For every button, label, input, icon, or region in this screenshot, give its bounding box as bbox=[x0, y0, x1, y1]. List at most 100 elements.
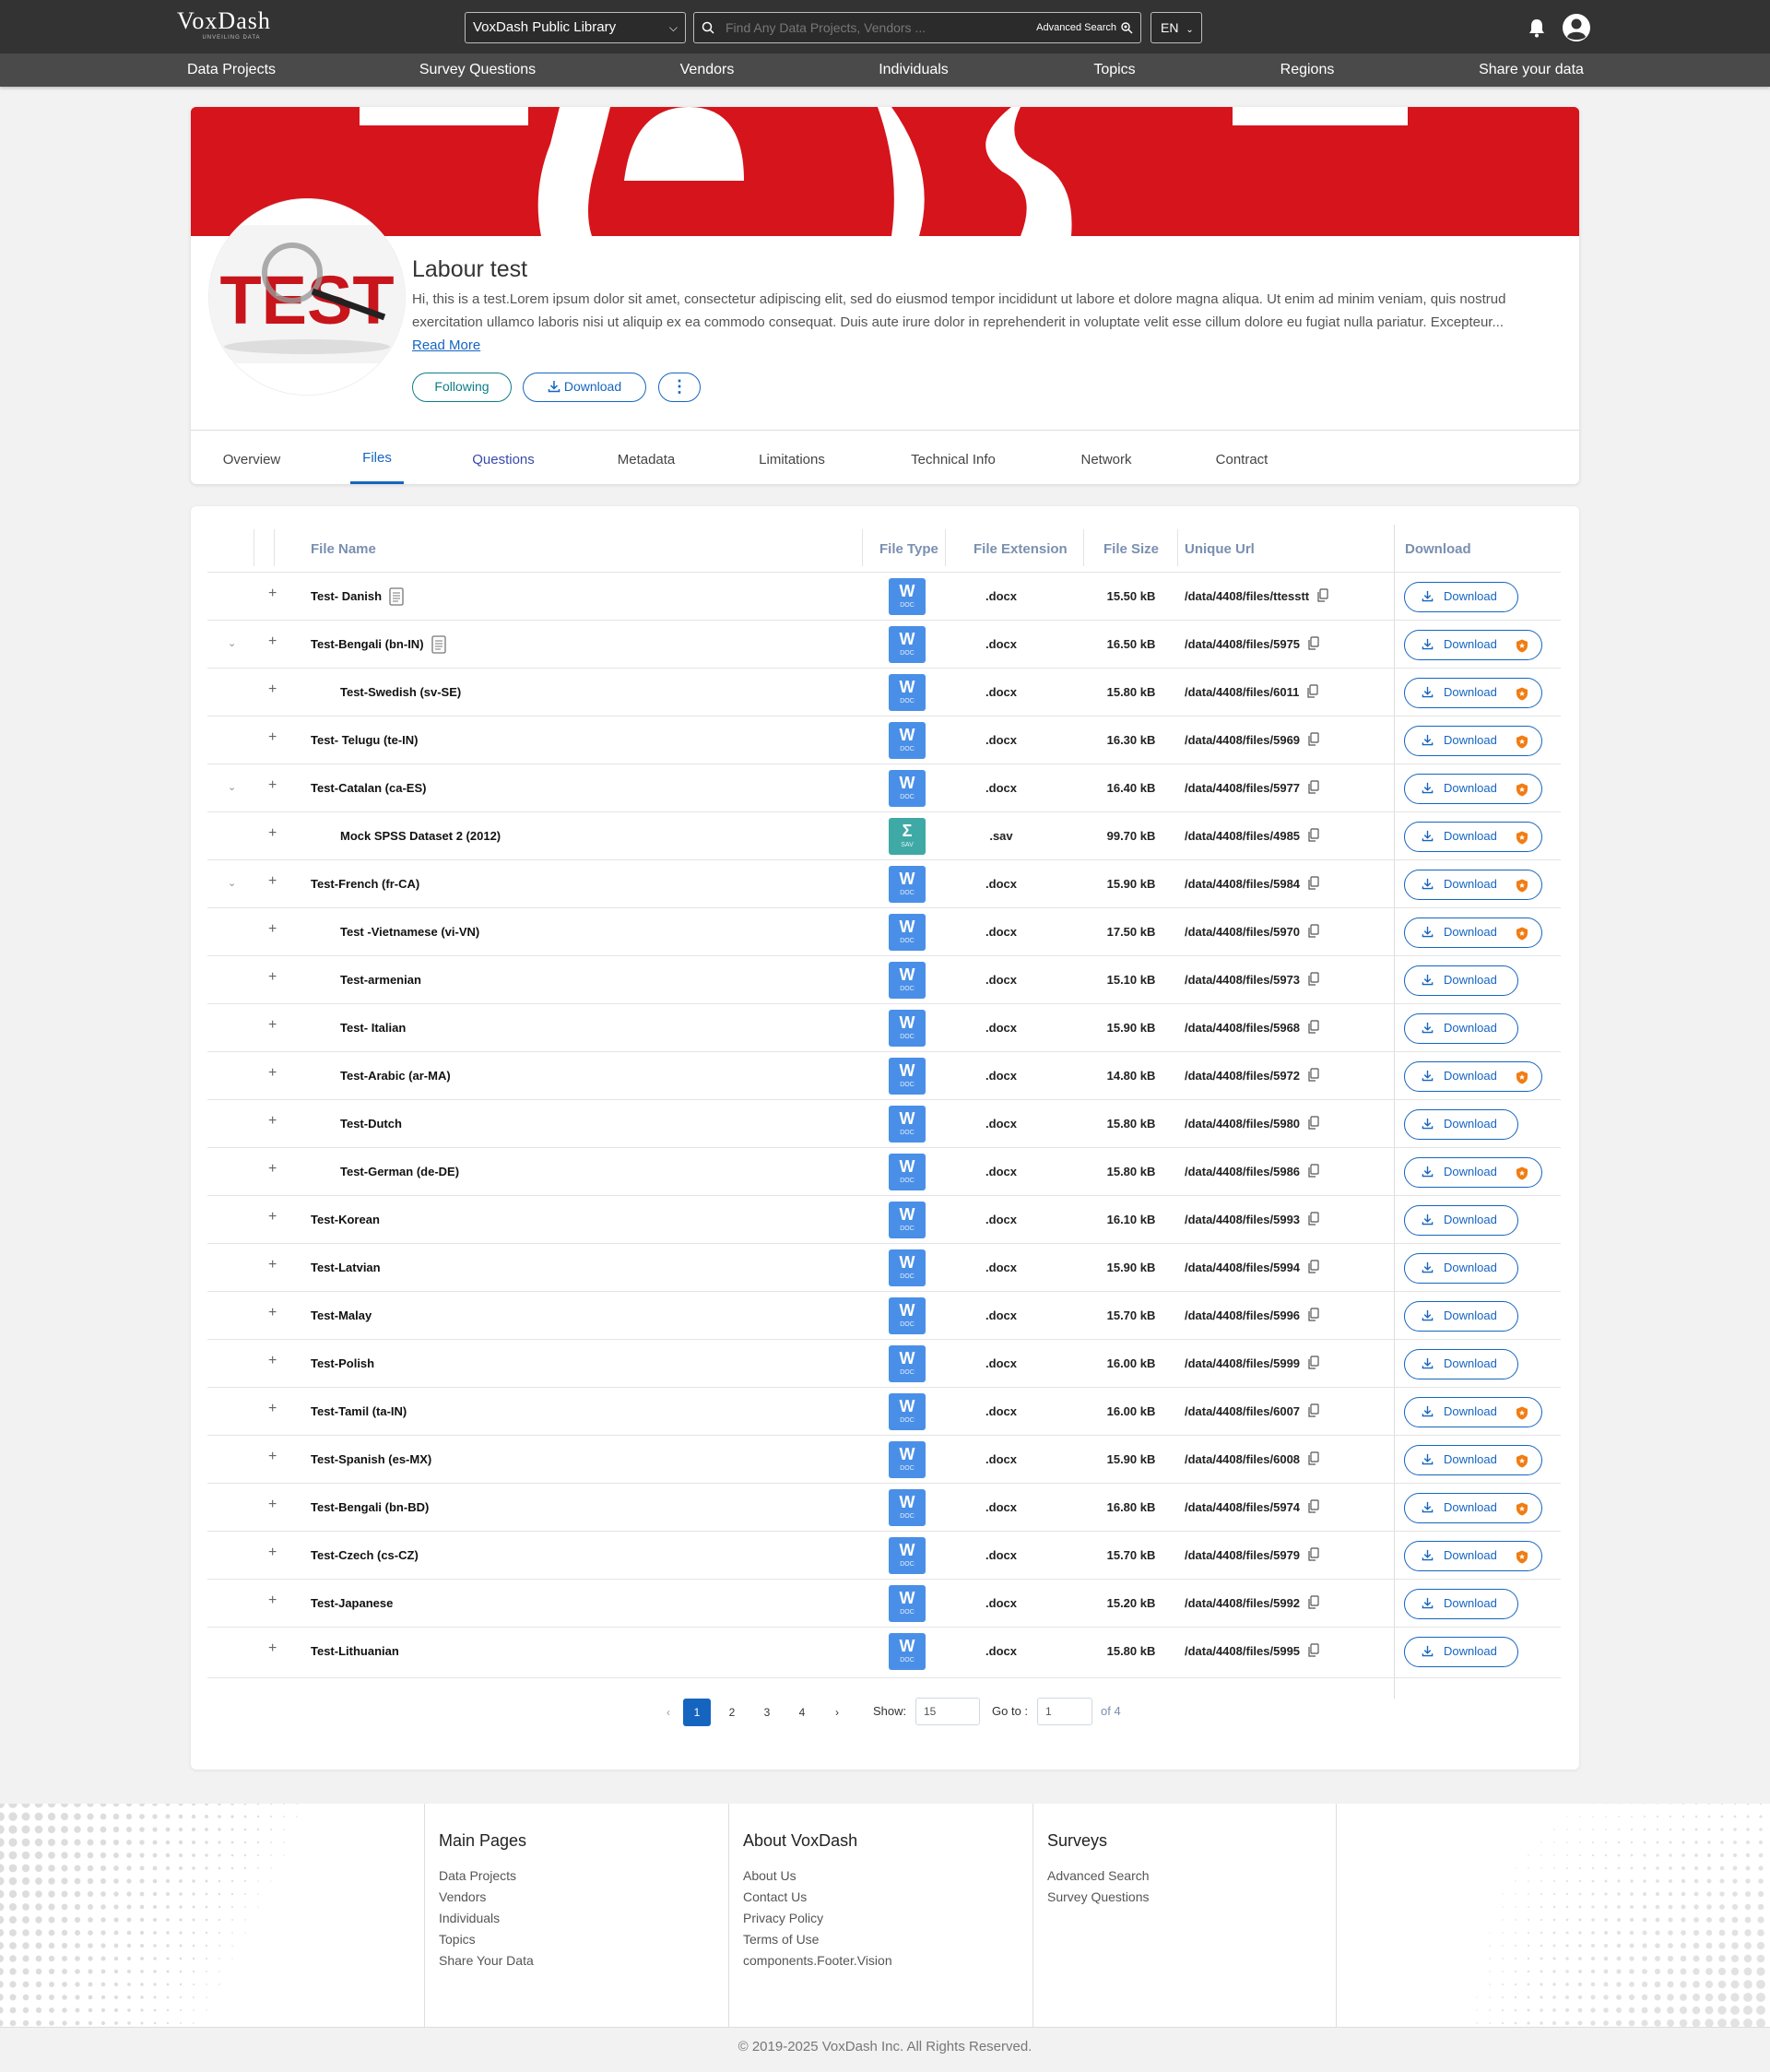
nav-topics[interactable]: Topics bbox=[1093, 53, 1135, 87]
plus-icon[interactable]: + bbox=[268, 921, 277, 938]
header-file-type[interactable]: File Type bbox=[879, 541, 938, 557]
plus-icon[interactable]: + bbox=[268, 1065, 277, 1082]
file-name[interactable]: Test-Tamil (ta-IN) bbox=[311, 1404, 407, 1418]
header-file-size[interactable]: File Size bbox=[1103, 541, 1159, 557]
user-avatar-icon[interactable] bbox=[1562, 13, 1591, 42]
plus-icon[interactable]: + bbox=[268, 729, 277, 746]
advanced-search-link[interactable]: Advanced Search bbox=[1036, 13, 1116, 42]
copy-icon[interactable] bbox=[1308, 1116, 1319, 1134]
tab-files[interactable]: Files bbox=[362, 450, 392, 466]
nav-regions[interactable]: Regions bbox=[1280, 53, 1335, 87]
file-name[interactable]: Test-Arabic (ar-MA) bbox=[340, 1069, 451, 1083]
plus-icon[interactable]: + bbox=[268, 1209, 277, 1225]
file-name[interactable]: Test-Bengali (bn-IN) bbox=[311, 637, 424, 651]
copy-icon[interactable] bbox=[1308, 1403, 1319, 1422]
copy-icon[interactable] bbox=[1308, 1451, 1319, 1470]
pagination-page-2[interactable]: 2 bbox=[718, 1699, 746, 1726]
header-file-name[interactable]: File Name bbox=[311, 541, 376, 557]
copy-icon[interactable] bbox=[1308, 1260, 1319, 1278]
copy-icon[interactable] bbox=[1308, 1164, 1319, 1182]
copy-icon[interactable] bbox=[1308, 828, 1319, 847]
copy-icon[interactable] bbox=[1308, 1547, 1319, 1566]
plus-icon[interactable]: + bbox=[268, 633, 277, 650]
footer-link[interactable]: Topics bbox=[439, 1932, 476, 1947]
plus-icon[interactable]: + bbox=[268, 1401, 277, 1417]
copy-icon[interactable] bbox=[1308, 636, 1319, 655]
copy-icon[interactable] bbox=[1317, 588, 1328, 607]
copy-icon[interactable] bbox=[1308, 1068, 1319, 1086]
plus-icon[interactable]: + bbox=[268, 777, 277, 794]
file-download-button[interactable]: Download bbox=[1404, 1541, 1542, 1571]
file-download-button[interactable]: Download bbox=[1404, 1013, 1518, 1044]
copy-icon[interactable] bbox=[1308, 1020, 1319, 1038]
project-download-button[interactable]: Download bbox=[523, 373, 646, 402]
tab-technical-info[interactable]: Technical Info bbox=[911, 452, 996, 468]
tab-questions[interactable]: Questions bbox=[472, 452, 535, 468]
nav-individuals[interactable]: Individuals bbox=[879, 53, 949, 87]
file-name[interactable]: Test- Telugu (te-IN) bbox=[311, 733, 419, 747]
plus-icon[interactable]: + bbox=[268, 1113, 277, 1130]
file-download-button[interactable]: Download bbox=[1404, 774, 1542, 804]
copy-icon[interactable] bbox=[1308, 1308, 1319, 1326]
tab-overview[interactable]: Overview bbox=[223, 452, 281, 468]
footer-link[interactable]: Contact Us bbox=[743, 1889, 807, 1904]
goto-page-input[interactable]: 1 bbox=[1037, 1698, 1092, 1725]
nav-data-projects[interactable]: Data Projects bbox=[187, 53, 276, 87]
file-download-button[interactable]: Download bbox=[1404, 726, 1542, 756]
pagination-prev[interactable]: ‹ bbox=[655, 1699, 682, 1726]
file-name[interactable]: Test-armenian bbox=[340, 973, 421, 987]
file-download-button[interactable]: Download bbox=[1404, 1589, 1518, 1619]
file-name[interactable]: Test-Polish bbox=[311, 1356, 374, 1370]
library-select[interactable]: VoxDash Public Library ⌵ bbox=[465, 12, 686, 43]
footer-link[interactable]: components.Footer.Vision bbox=[743, 1953, 892, 1968]
copy-icon[interactable] bbox=[1308, 1212, 1319, 1230]
plus-icon[interactable]: + bbox=[268, 1161, 277, 1178]
search-box[interactable]: Find Any Data Projects, Vendors ... Adva… bbox=[693, 12, 1141, 43]
file-name[interactable]: Test-Korean bbox=[311, 1213, 380, 1226]
header-file-extension[interactable]: File Extension bbox=[974, 541, 1068, 557]
copy-icon[interactable] bbox=[1308, 1356, 1319, 1374]
chevron-down-icon[interactable]: ⌄ bbox=[228, 877, 236, 889]
plus-icon[interactable]: + bbox=[268, 681, 277, 698]
file-download-button[interactable]: Download bbox=[1404, 965, 1518, 996]
file-name[interactable]: Test-Czech (cs-CZ) bbox=[311, 1548, 419, 1562]
file-name[interactable]: Test-Latvian bbox=[311, 1261, 381, 1274]
chevron-down-icon[interactable]: ⌄ bbox=[228, 637, 236, 649]
tab-limitations[interactable]: Limitations bbox=[759, 452, 825, 468]
file-name[interactable]: Test-Catalan (ca-ES) bbox=[311, 781, 426, 795]
plus-icon[interactable]: + bbox=[268, 1497, 277, 1513]
copy-icon[interactable] bbox=[1308, 1643, 1319, 1662]
file-name[interactable]: Mock SPSS Dataset 2 (2012) bbox=[340, 829, 501, 843]
nav-vendors[interactable]: Vendors bbox=[680, 53, 735, 87]
file-download-button[interactable]: Download bbox=[1404, 1493, 1542, 1523]
following-button[interactable]: Following bbox=[412, 373, 512, 402]
plus-icon[interactable]: + bbox=[268, 1545, 277, 1561]
file-download-button[interactable]: Download bbox=[1404, 630, 1542, 660]
footer-link[interactable]: Individuals bbox=[439, 1911, 500, 1925]
copy-icon[interactable] bbox=[1308, 972, 1319, 990]
file-download-button[interactable]: Download bbox=[1404, 1397, 1542, 1427]
pagination-next[interactable]: › bbox=[823, 1699, 851, 1726]
copy-icon[interactable] bbox=[1308, 732, 1319, 751]
pagination-page-3[interactable]: 3 bbox=[753, 1699, 781, 1726]
document-icon[interactable] bbox=[389, 587, 404, 610]
nav-survey-questions[interactable]: Survey Questions bbox=[419, 53, 536, 87]
footer-link[interactable]: Data Projects bbox=[439, 1868, 516, 1883]
bell-icon[interactable] bbox=[1528, 18, 1546, 38]
copy-icon[interactable] bbox=[1308, 924, 1319, 942]
language-select[interactable]: EN ⌄ bbox=[1150, 12, 1202, 43]
document-icon[interactable] bbox=[431, 635, 446, 658]
file-download-button[interactable]: Download bbox=[1404, 870, 1542, 900]
file-name[interactable]: Test-German (de-DE) bbox=[340, 1165, 459, 1178]
nav-share-your-data[interactable]: Share your data bbox=[1479, 53, 1584, 87]
footer-link[interactable]: Vendors bbox=[439, 1889, 486, 1904]
file-download-button[interactable]: Download bbox=[1404, 1205, 1518, 1236]
file-name[interactable]: Test-Swedish (sv-SE) bbox=[340, 685, 461, 699]
plus-icon[interactable]: + bbox=[268, 1640, 277, 1657]
plus-icon[interactable]: + bbox=[268, 1257, 277, 1273]
file-name[interactable]: Test-Lithuanian bbox=[311, 1644, 399, 1658]
footer-link[interactable]: Terms of Use bbox=[743, 1932, 819, 1947]
copy-icon[interactable] bbox=[1308, 1595, 1319, 1614]
tab-network[interactable]: Network bbox=[1080, 452, 1131, 468]
footer-link[interactable]: Advanced Search bbox=[1047, 1868, 1150, 1883]
